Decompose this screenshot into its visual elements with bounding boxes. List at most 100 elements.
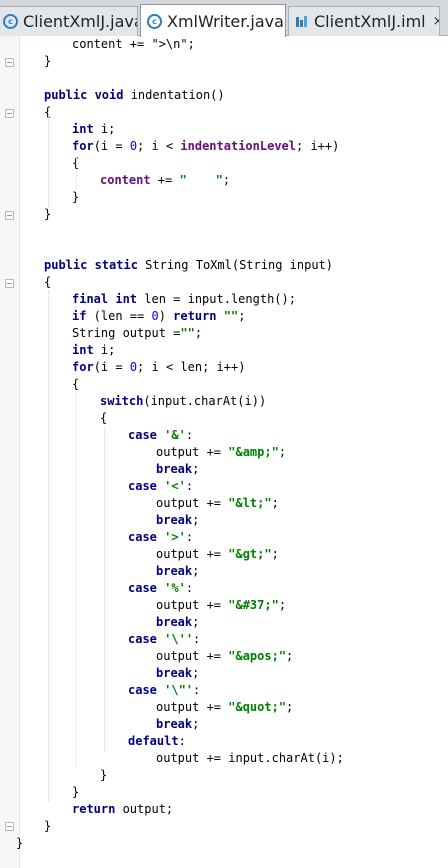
code-token: (len == bbox=[86, 309, 152, 323]
code-line: String output =""; bbox=[72, 325, 202, 342]
code-token: ; bbox=[278, 445, 287, 459]
code-token: case bbox=[128, 428, 157, 442]
code-token: break bbox=[156, 513, 193, 527]
code-token: case bbox=[128, 479, 157, 493]
code-token: output += bbox=[156, 700, 229, 714]
code-token: "&gt;" bbox=[228, 547, 272, 561]
code-token: content bbox=[100, 173, 151, 187]
code-token: String output = bbox=[72, 326, 181, 340]
indent-guide bbox=[104, 427, 105, 752]
code-token: ; bbox=[192, 462, 200, 476]
code-token: output += bbox=[156, 598, 229, 612]
code-line: output += "&lt;"; bbox=[156, 495, 279, 512]
code-token: "&apos;" bbox=[228, 649, 287, 663]
code-token: { bbox=[100, 411, 108, 425]
code-token: String ToXml(String input) bbox=[137, 258, 333, 272]
code-token: output += input.charAt(i); bbox=[156, 751, 344, 765]
code-token: } bbox=[72, 785, 80, 799]
code-line: { bbox=[44, 274, 51, 291]
code-token: "" bbox=[223, 309, 239, 323]
code-token: '%' bbox=[164, 581, 186, 595]
code-line: case '\'': bbox=[128, 631, 200, 648]
code-token: : bbox=[193, 683, 201, 697]
code-token: += bbox=[150, 173, 180, 187]
code-token: break bbox=[156, 564, 193, 578]
code-line: case '%': bbox=[128, 580, 193, 597]
tab-label: XmlWriter.java bbox=[167, 11, 284, 31]
code-token: : bbox=[185, 530, 194, 544]
code-token: return bbox=[173, 309, 217, 323]
code-line: break; bbox=[156, 614, 199, 631]
indent-guide bbox=[48, 291, 49, 801]
code-token: case bbox=[128, 683, 157, 697]
code-line: output += "&amp;"; bbox=[156, 444, 286, 461]
code-line: public static String ToXml(String input) bbox=[44, 257, 333, 274]
code-token: final int bbox=[72, 292, 138, 306]
code-token: ; bbox=[271, 547, 279, 561]
code-line: { bbox=[72, 376, 79, 393]
code-line: default: bbox=[128, 733, 186, 750]
code-line: break; bbox=[156, 716, 199, 733]
code-line: output += "&#37;"; bbox=[156, 597, 286, 614]
code-line: return output; bbox=[72, 801, 173, 818]
code-token: int bbox=[72, 343, 94, 357]
code-line: public void indentation() bbox=[44, 87, 225, 104]
indent-guide bbox=[76, 393, 77, 768]
code-token: ; i < bbox=[137, 139, 181, 153]
code-token: { bbox=[72, 377, 80, 391]
code-line: output += "&quot;"; bbox=[156, 699, 293, 716]
indent-guide bbox=[48, 108, 49, 208]
code-token: " " bbox=[179, 173, 223, 187]
code-line: case '>': bbox=[128, 529, 193, 546]
code-token: : bbox=[185, 581, 194, 595]
code-token: int bbox=[72, 122, 94, 136]
code-line: if (len == 0) return ""; bbox=[72, 308, 245, 325]
code-line: break; bbox=[156, 512, 199, 529]
code-editor[interactable]: content += ">\n";} public void indentatio… bbox=[0, 0, 448, 868]
code-line: } bbox=[44, 206, 51, 223]
code-token: public static bbox=[44, 258, 138, 272]
code-token: content += ">\n"; bbox=[72, 37, 195, 51]
code-token: ; bbox=[238, 309, 246, 323]
code-line: case '\"': bbox=[128, 682, 200, 699]
code-token: output += bbox=[156, 445, 229, 459]
code-token: case bbox=[128, 530, 157, 544]
code-line: { bbox=[100, 410, 107, 427]
code-token: output += bbox=[156, 649, 229, 663]
code-line: content += " "; bbox=[100, 172, 230, 189]
code-token: : bbox=[185, 428, 194, 442]
code-token: default bbox=[128, 734, 179, 748]
code-token: '&' bbox=[164, 428, 186, 442]
code-token: } bbox=[44, 54, 52, 68]
code-token: 0 bbox=[129, 139, 138, 153]
code-token: } bbox=[16, 836, 24, 850]
code-line: output += input.charAt(i); bbox=[156, 750, 344, 767]
code-token: output += bbox=[156, 547, 229, 561]
code-token: '<' bbox=[164, 479, 186, 493]
tab-xmlwriter-java[interactable]: c XmlWriter.java × bbox=[140, 4, 286, 37]
code-line: switch(input.charAt(i)) bbox=[100, 393, 266, 410]
code-line: content += ">\n"; bbox=[72, 36, 195, 53]
code-token: : bbox=[178, 734, 186, 748]
code-line: case '&': bbox=[128, 427, 193, 444]
code-token: for bbox=[72, 139, 94, 153]
code-line: } bbox=[100, 767, 107, 784]
code-token: ; bbox=[192, 513, 200, 527]
code-token: output += bbox=[156, 496, 229, 510]
code-token: if bbox=[72, 309, 87, 323]
code-line: output += "&apos;"; bbox=[156, 648, 293, 665]
code-line: for(i = 0; i < len; i++) bbox=[72, 359, 245, 376]
code-token: "&lt;" bbox=[228, 496, 272, 510]
code-token: ; i++) bbox=[296, 139, 340, 153]
code-token: ; bbox=[271, 496, 279, 510]
code-token: return bbox=[72, 802, 116, 816]
code-token: indentationLevel bbox=[180, 139, 296, 153]
code-line: case '<': bbox=[128, 478, 193, 495]
code-token: ) bbox=[158, 309, 174, 323]
code-token: } bbox=[44, 819, 52, 833]
code-token: ; bbox=[192, 564, 200, 578]
code-token: "" bbox=[180, 326, 195, 340]
code-line: } bbox=[44, 53, 51, 70]
code-line: } bbox=[16, 835, 23, 852]
